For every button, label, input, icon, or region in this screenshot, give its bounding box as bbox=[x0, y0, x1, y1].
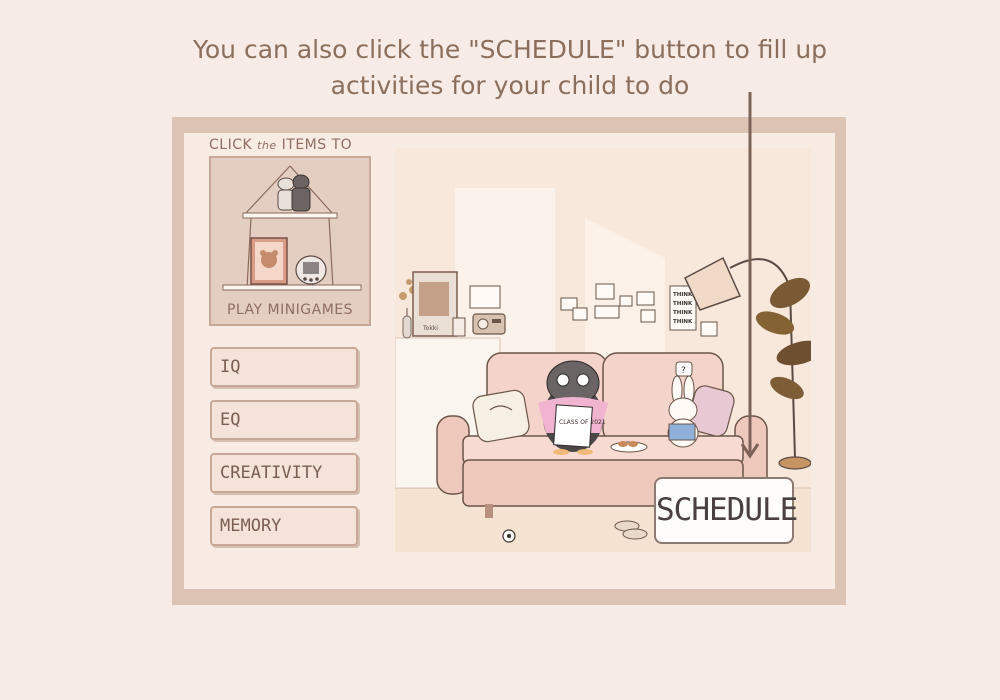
radio-icon[interactable] bbox=[472, 313, 506, 335]
svg-text:THINK: THINK bbox=[673, 310, 693, 316]
speech-bubble-icon: ? bbox=[675, 361, 693, 377]
minigames-shelf[interactable]: PLAY MINIGAMES bbox=[209, 156, 371, 326]
category-eq-button[interactable]: EQ bbox=[210, 400, 358, 440]
svg-text:THINK: THINK bbox=[673, 301, 693, 307]
speech-bubble-text: ? bbox=[681, 366, 686, 376]
bear-card-icon[interactable] bbox=[250, 237, 288, 285]
svg-text:THINK: THINK bbox=[673, 319, 693, 325]
tamagotchi-icon[interactable] bbox=[295, 255, 327, 285]
minigames-heading: CLICK the ITEMS TO bbox=[209, 137, 352, 153]
penguin-shirt-text: CLASS OF 2021 bbox=[559, 419, 606, 426]
left-pillow-icon bbox=[472, 389, 530, 443]
category-iq-button[interactable]: IQ bbox=[210, 347, 358, 387]
caption-line-1: You can also click the "SCHEDULE" button… bbox=[192, 35, 828, 64]
floor-ball-icon[interactable] bbox=[502, 529, 516, 543]
photo-frame-icon[interactable]: Tokki bbox=[412, 271, 458, 337]
svg-text:THINK: THINK bbox=[673, 292, 693, 298]
chess-pieces-icon[interactable] bbox=[277, 174, 311, 212]
minigames-heading-items: ITEMS TO bbox=[281, 137, 353, 153]
play-minigames-label: PLAY MINIGAMES bbox=[226, 302, 354, 318]
photo-label: Tokki bbox=[422, 325, 438, 332]
annotation-arrow-icon bbox=[740, 92, 760, 459]
minigames-heading-the: the bbox=[257, 139, 277, 152]
shelf-illustration bbox=[222, 165, 362, 291]
minigames-heading-click: CLICK bbox=[209, 137, 253, 153]
category-creativity-button[interactable]: CREATIVITY bbox=[210, 453, 358, 493]
category-memory-button[interactable]: MEMORY bbox=[210, 506, 358, 546]
schedule-button[interactable]: SCHEDULE bbox=[654, 477, 798, 544]
